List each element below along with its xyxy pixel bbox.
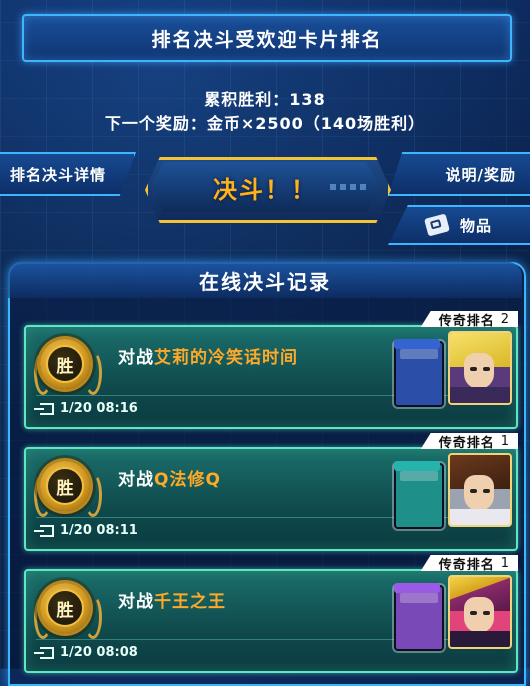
duel-time-row: 1/20 08:08 xyxy=(34,645,138,660)
rank-badge: 传奇排名 1 xyxy=(420,555,518,573)
page-title: 排名决斗受欢迎卡片排名 xyxy=(151,28,383,51)
rank-number: 1 xyxy=(500,555,510,571)
duel-records-title: 在线决斗记录 xyxy=(8,262,522,298)
rank-number: 2 xyxy=(500,311,510,327)
vs-label: 对战 xyxy=(118,470,154,490)
opponent-line: 对战艾莉的冷笑话时间 xyxy=(118,343,298,368)
deck-box-icon xyxy=(394,341,444,407)
login-icon xyxy=(34,524,54,537)
duel-record-card[interactable]: 传奇排名 2 胜 对战艾莉的冷笑话时间 1/20 08:16 xyxy=(24,311,518,429)
win-medal-icon: 胜 xyxy=(40,461,90,511)
item-bag-icon xyxy=(424,213,450,237)
duel-time: 1/20 08:11 xyxy=(60,523,138,538)
ranked-duel-details-label: 排名决斗详情 xyxy=(10,165,107,184)
win-result: 胜 xyxy=(46,345,84,383)
blonde-hair-avatar xyxy=(448,331,512,405)
duel-button-label: 决斗！！ xyxy=(213,175,317,204)
rank-badge: 传奇排名 1 xyxy=(420,433,518,451)
total-wins: 累积胜利：138 xyxy=(204,90,326,109)
win-medal-icon: 胜 xyxy=(40,583,90,633)
vs-label: 对战 xyxy=(118,592,154,612)
duel-time-row: 1/20 08:16 xyxy=(34,401,138,416)
win-medal-icon: 胜 xyxy=(40,339,90,389)
info-rewards-tab[interactable]: 说明/奖励 xyxy=(388,152,530,196)
opponent-line: 对战Q法修Q xyxy=(118,465,221,490)
login-icon xyxy=(34,646,54,659)
duel-record-card[interactable]: 传奇排名 1 胜 对战Q法修Q 1/20 08:11 xyxy=(24,433,518,551)
opponent-name: Q法修Q xyxy=(154,470,221,490)
rank-label: 传奇排名 xyxy=(438,435,495,451)
opponent-name: 千王之王 xyxy=(154,592,226,612)
duel-button-arrows xyxy=(330,184,370,190)
duel-records-title-text: 在线决斗记录 xyxy=(199,269,331,294)
duel-time-row: 1/20 08:11 xyxy=(34,523,138,538)
rank-badge: 传奇排名 2 xyxy=(420,311,518,329)
win-result: 胜 xyxy=(46,467,84,505)
info-rewards-label: 说明/奖励 xyxy=(445,165,516,184)
page-title-bar: 排名决斗受欢迎卡片排名 xyxy=(22,14,512,62)
rank-label: 传奇排名 xyxy=(438,557,495,573)
deck-box-icon xyxy=(394,585,444,651)
rank-label: 传奇排名 xyxy=(438,313,495,329)
spiky-hair-avatar xyxy=(448,575,512,649)
items-tab[interactable]: 物品 xyxy=(388,205,530,245)
duel-time: 1/20 08:16 xyxy=(60,401,138,416)
deck-box-icon xyxy=(394,463,444,529)
opponent-line: 对战千王之王 xyxy=(118,587,226,612)
items-label: 物品 xyxy=(459,216,492,235)
login-icon xyxy=(34,402,54,415)
vs-label: 对战 xyxy=(118,348,154,368)
brown-hair-avatar xyxy=(448,453,512,527)
duel-record-card[interactable]: 传奇排名 1 胜 对战千王之王 1/20 08:08 xyxy=(24,555,518,673)
ranked-duel-details-tab[interactable]: 排名决斗详情 xyxy=(0,152,136,196)
win-result: 胜 xyxy=(46,589,84,627)
opponent-name: 艾莉的冷笑话时间 xyxy=(154,348,298,368)
duel-time: 1/20 08:08 xyxy=(60,645,138,660)
next-reward: 下一个奖励：金币×2500（140场胜利） xyxy=(104,114,426,133)
rank-number: 1 xyxy=(500,433,510,449)
